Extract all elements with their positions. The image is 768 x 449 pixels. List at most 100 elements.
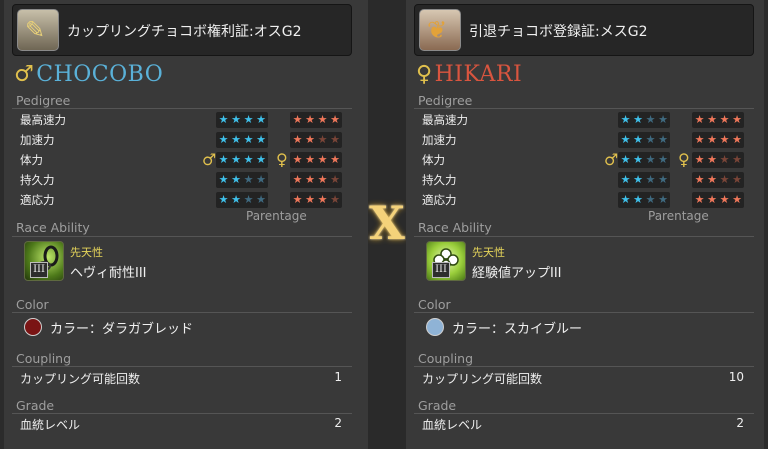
star-icon: ★: [645, 153, 656, 166]
stat-label-endurance: 体力: [20, 153, 43, 167]
color-name: カラー：スカイブルー: [452, 322, 583, 337]
grade-value: 2: [736, 416, 744, 430]
certificate-chocobo-retired-icon: ❦: [419, 9, 461, 51]
star-icon: ★: [330, 133, 340, 146]
color-title: Color: [16, 297, 49, 312]
divider: [414, 366, 754, 367]
star-icon: ★: [694, 173, 705, 186]
divider: [414, 236, 754, 237]
star-icon: ★: [317, 153, 328, 166]
star-icon: ★: [694, 153, 705, 166]
star-icon: ★: [719, 193, 730, 206]
star-icon: ★: [305, 193, 315, 206]
star-icon: ★: [732, 173, 742, 186]
star-icon: ★: [707, 153, 717, 166]
ability-type: 先天性: [70, 246, 103, 259]
star-icon: ★: [633, 193, 643, 206]
star-icon: ★: [694, 133, 705, 146]
star-icon: ★: [732, 133, 742, 146]
star-icon: ★: [292, 153, 303, 166]
star-icon: ★: [707, 193, 717, 206]
sire-star-rating: ★ ★ ★ ★: [618, 132, 670, 148]
star-icon: ★: [256, 133, 266, 146]
star-icon: ★: [218, 193, 229, 206]
sire-star-rating: ★ ★ ★ ★: [618, 152, 670, 168]
item-name: 引退チョコボ登録証:メスG2: [469, 24, 648, 40]
dam-star-rating: ★ ★ ★ ★: [290, 112, 342, 128]
star-icon: ★: [256, 113, 266, 126]
certificate-chocobo-feather-icon: ✎: [17, 9, 59, 51]
star-icon: ★: [620, 133, 631, 146]
stat-label-acceleration: 加速力: [20, 133, 55, 147]
star-icon: ★: [330, 153, 340, 166]
male-symbol-icon: ♂: [14, 62, 35, 87]
stat-label-stamina: 持久力: [422, 173, 457, 187]
female-symbol-icon: ♀: [276, 150, 288, 169]
sire-star-rating: ★ ★ ★ ★: [216, 192, 268, 208]
experience-up-clover-icon[interactable]: III: [426, 241, 466, 281]
pedigree-title: Pedigree: [418, 93, 473, 108]
star-icon: ★: [330, 113, 340, 126]
star-icon: ★: [218, 173, 229, 186]
color-swatch: [24, 318, 42, 336]
dam-star-rating: ★ ★ ★ ★: [290, 172, 342, 188]
coupling-title: Coupling: [16, 351, 72, 366]
item-header[interactable]: ✎ カップリングチョコボ権利証:オスG2: [12, 4, 352, 56]
cross-mark: X: [369, 196, 405, 250]
grade-label: 血統レベル: [422, 418, 483, 432]
star-icon: ★: [732, 153, 742, 166]
dam-star-rating: ★ ★ ★ ★: [692, 172, 744, 188]
star-icon: ★: [256, 193, 266, 206]
divider: [12, 236, 352, 237]
coupling-value: 10: [728, 370, 744, 384]
ability-type: 先天性: [472, 246, 505, 259]
grade-value: 2: [334, 416, 342, 430]
star-icon: ★: [305, 113, 315, 126]
dam-star-rating: ★ ★ ★ ★: [692, 132, 744, 148]
star-icon: ★: [645, 193, 656, 206]
dam-star-rating: ★ ★ ★ ★: [290, 132, 342, 148]
item-name: カップリングチョコボ権利証:オスG2: [67, 24, 302, 40]
star-icon: ★: [292, 193, 303, 206]
grade-title: Grade: [418, 398, 457, 413]
ability-rank-badge: III: [30, 262, 48, 278]
star-icon: ★: [645, 173, 656, 186]
star-icon: ★: [694, 193, 705, 206]
right-chocobo-panel: ❦ 引退チョコボ登録証:メスG2 ♀HIKARI Pedigree 最高速力 加…: [406, 0, 764, 449]
star-icon: ★: [620, 113, 631, 126]
stat-label-endurance: 体力: [422, 153, 445, 167]
star-icon: ★: [218, 133, 229, 146]
item-header[interactable]: ❦ 引退チョコボ登録証:メスG2: [414, 4, 754, 56]
ability-name: ヘヴィ耐性III: [70, 266, 147, 281]
star-icon: ★: [732, 113, 742, 126]
star-icon: ★: [620, 193, 631, 206]
star-icon: ★: [231, 113, 241, 126]
stat-label-cunning: 適応力: [20, 193, 55, 207]
star-icon: ★: [719, 173, 730, 186]
chocobo-name-text: CHOCOBO: [36, 62, 164, 87]
male-symbol-icon: ♂: [604, 150, 619, 169]
race-ability-title: Race Ability: [418, 220, 492, 235]
star-icon: ★: [317, 113, 328, 126]
color-name: カラー：ダラガブレッド: [50, 322, 194, 337]
chocobo-name: ♂CHOCOBO: [14, 62, 163, 87]
star-icon: ★: [231, 193, 241, 206]
star-icon: ★: [633, 133, 643, 146]
divider: [12, 413, 352, 414]
stat-label-cunning: 適応力: [422, 193, 457, 207]
star-icon: ★: [317, 173, 328, 186]
sire-star-rating: ★ ★ ★ ★: [216, 132, 268, 148]
stat-label-top-speed: 最高速力: [20, 113, 66, 127]
stat-label-acceleration: 加速力: [422, 133, 457, 147]
coupling-label: カップリング可能回数: [20, 372, 141, 386]
star-icon: ★: [658, 153, 668, 166]
coupling-title: Coupling: [418, 351, 474, 366]
star-icon: ★: [732, 193, 742, 206]
race-ability-title: Race Ability: [16, 220, 90, 235]
heavy-resistance-chain-icon[interactable]: III: [24, 241, 64, 281]
star-icon: ★: [231, 153, 241, 166]
star-icon: ★: [330, 173, 340, 186]
star-icon: ★: [305, 173, 315, 186]
star-icon: ★: [292, 113, 303, 126]
star-icon: ★: [243, 133, 254, 146]
